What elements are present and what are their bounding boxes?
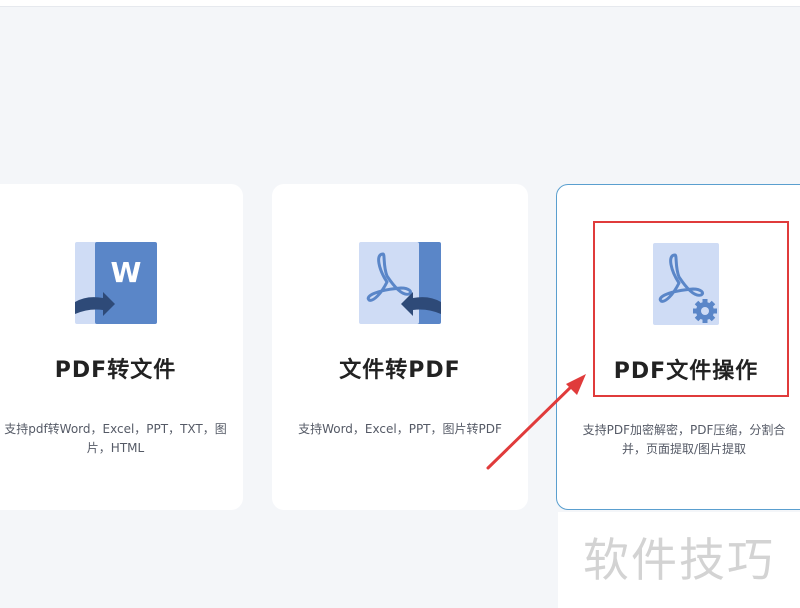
top-strip xyxy=(0,0,800,7)
highlight-box xyxy=(593,221,789,397)
file-to-pdf-icon xyxy=(359,242,441,324)
card-title: PDF转文件 xyxy=(54,358,177,383)
red-arrow-annotation xyxy=(486,374,586,470)
pdf-to-word-icon: W xyxy=(74,242,157,324)
card-description: 支持PDF加密解密，PDF压缩，分割合并，页面提取/图片提取 xyxy=(582,423,786,456)
svg-text:W: W xyxy=(110,256,141,289)
watermark: 软件技巧 xyxy=(558,512,800,608)
card-pdf-to-file[interactable]: W PDF转文件 支持pdf转Word，Excel，PPT，TXT，图片，HTM… xyxy=(0,184,243,510)
card-description: 支持pdf转Word，Excel，PPT，TXT，图片，HTML xyxy=(4,422,227,455)
